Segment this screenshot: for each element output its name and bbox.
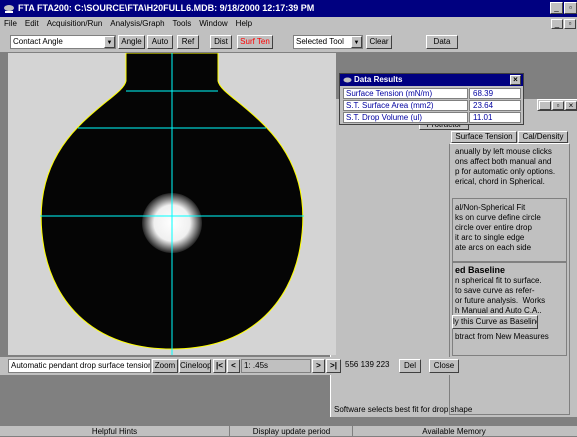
tool-select-value: Selected Tool bbox=[296, 37, 344, 46]
menu-analysis[interactable]: Analysis/Graph bbox=[106, 17, 168, 31]
hint-text: Software selects best fit for drop shape bbox=[334, 405, 473, 414]
data-results-window: Data Results × Surface Tension (mN/m) 68… bbox=[339, 73, 524, 125]
first-frame-button[interactable]: |< bbox=[213, 359, 226, 373]
result-label: S.T. Surface Area (mm2) bbox=[343, 100, 468, 111]
status-display-update: Display update period bbox=[231, 426, 353, 437]
prev-frame-button[interactable]: < bbox=[227, 359, 240, 373]
ref-button[interactable]: Ref bbox=[177, 35, 199, 49]
menu-edit[interactable]: Edit bbox=[21, 17, 43, 31]
frame-time: 1: .45s bbox=[244, 361, 269, 370]
results-close-button[interactable]: × bbox=[510, 75, 521, 85]
frame-slider[interactable]: 1: .45s bbox=[241, 359, 311, 373]
tool-select[interactable]: Selected Tool ▼ bbox=[293, 35, 363, 49]
mode-select[interactable]: Contact Angle ▼ bbox=[10, 35, 116, 49]
child-restore-button[interactable]: ▫ bbox=[564, 19, 576, 29]
surf-ten-button[interactable]: Surf Ten bbox=[237, 35, 273, 49]
chevron-down-icon[interactable]: ▼ bbox=[104, 36, 115, 48]
minimize-button[interactable]: _ bbox=[550, 2, 563, 14]
panel-text-top: anually by left mouse clicks ons affect … bbox=[455, 147, 556, 186]
results-app-icon bbox=[343, 76, 352, 84]
menu-acquisition[interactable]: Acquisition/Run bbox=[43, 17, 107, 31]
result-label: S.T. Drop Volume (ul) bbox=[343, 112, 468, 123]
auto-button[interactable]: Auto bbox=[147, 35, 173, 49]
last-frame-button[interactable]: >| bbox=[326, 359, 341, 373]
tab-cal-density[interactable]: Cal/Density bbox=[518, 131, 568, 143]
use-as-baseline-button[interactable]: ly this Curve as Baseline bbox=[452, 315, 538, 329]
mode-select-value: Contact Angle bbox=[13, 37, 63, 46]
panel-minimize-button[interactable]: _ bbox=[539, 101, 551, 110]
status-available-memory: Available Memory bbox=[422, 427, 486, 436]
panel-maximize-button[interactable]: ▫ bbox=[552, 101, 564, 110]
mode-description: Automatic pendant drop surface tension bbox=[8, 359, 151, 373]
tab-surface-tension[interactable]: Surface Tension bbox=[451, 131, 517, 143]
delete-button[interactable]: Del bbox=[399, 359, 421, 373]
bottom-toolbar: Automatic pendant drop surface tension Z… bbox=[0, 357, 460, 375]
title-bar: FTA FTA200: C:\SOURCE\FTA\H20FULL6.MDB: … bbox=[0, 0, 577, 17]
menu-help[interactable]: Help bbox=[232, 17, 256, 31]
cineloop-button[interactable]: Cineloop bbox=[179, 359, 211, 373]
restore-button[interactable]: ▫ bbox=[564, 2, 577, 14]
menu-file[interactable]: File bbox=[0, 17, 21, 31]
result-row: S.T. Surface Area (mm2) 23.64 bbox=[343, 100, 521, 111]
toolbar: Contact Angle ▼ Angle Auto Ref Dist Surf… bbox=[0, 31, 577, 53]
drop-image-view[interactable] bbox=[8, 53, 336, 355]
data-results-titlebar: Data Results × bbox=[340, 74, 523, 86]
data-results-title: Data Results bbox=[354, 75, 403, 84]
chevron-down-icon[interactable]: ▼ bbox=[351, 36, 362, 48]
status-bar: Helpful Hints Display update period Avai… bbox=[0, 425, 577, 437]
next-frame-button[interactable]: > bbox=[312, 359, 325, 373]
panel-titlebar: _ ▫ × bbox=[537, 99, 577, 111]
baseline-title: ed Baseline bbox=[455, 265, 506, 275]
result-row: S.T. Drop Volume (ul) 11.01 bbox=[343, 112, 521, 123]
panel-text-baseline: n spherical fit to surface. to save curv… bbox=[455, 276, 546, 315]
zoom-button[interactable]: Zoom bbox=[152, 359, 178, 373]
status-helpful-hints: Helpful Hints bbox=[0, 426, 230, 437]
window-title: FTA FTA200: C:\SOURCE\FTA\H20FULL6.MDB: … bbox=[18, 3, 315, 13]
data-button[interactable]: Data bbox=[426, 35, 458, 49]
coordinate-readout: 556 139 223 bbox=[343, 359, 397, 373]
subtract-text: btract from New Measures bbox=[455, 332, 549, 341]
menu-bar: File Edit Acquisition/Run Analysis/Graph Too… bbox=[0, 17, 577, 31]
child-minimize-button[interactable]: _ bbox=[551, 19, 563, 29]
clear-button[interactable]: Clear bbox=[366, 35, 392, 49]
result-value: 11.01 bbox=[469, 112, 521, 123]
panel-text-fit: al/Non-Spherical Fit ks on curve define … bbox=[455, 203, 541, 252]
close-button[interactable]: Close bbox=[429, 359, 459, 373]
result-row: Surface Tension (mN/m) 68.39 bbox=[343, 88, 521, 99]
menu-window[interactable]: Window bbox=[195, 17, 231, 31]
result-label: Surface Tension (mN/m) bbox=[343, 88, 468, 99]
dist-button[interactable]: Dist bbox=[210, 35, 232, 49]
angle-button[interactable]: Angle bbox=[118, 35, 145, 49]
app-icon bbox=[3, 3, 15, 14]
panel-close-button[interactable]: × bbox=[565, 101, 577, 110]
result-value: 23.64 bbox=[469, 100, 521, 111]
result-value: 68.39 bbox=[469, 88, 521, 99]
menu-tools[interactable]: Tools bbox=[169, 17, 196, 31]
